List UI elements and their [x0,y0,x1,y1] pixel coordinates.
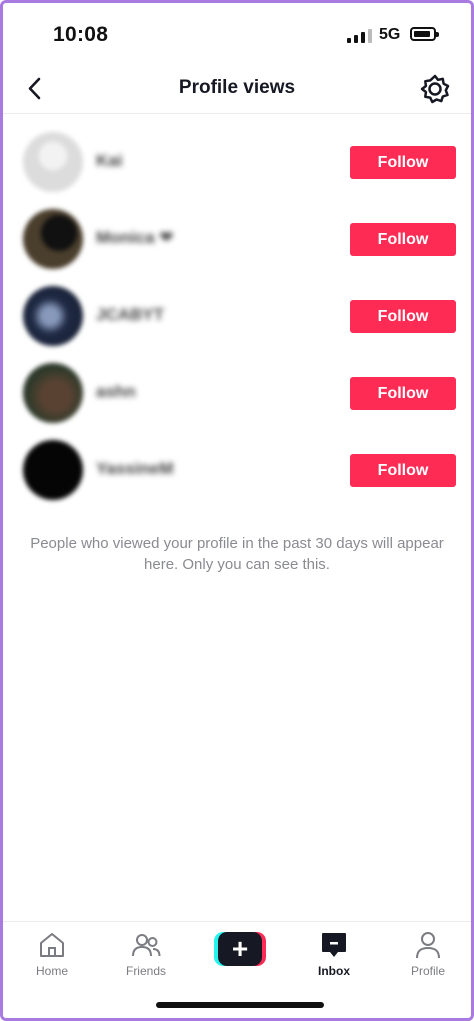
page-title: Profile views [178,77,296,98]
plus-icon: + [218,932,262,966]
tab-home-label: Home [35,964,68,978]
viewer-username[interactable]: ashn [96,382,136,402]
tab-friends[interactable]: Friends [106,930,186,978]
follow-button[interactable]: Follow [350,454,456,487]
settings-button[interactable] [419,73,451,105]
follow-button[interactable]: Follow [350,300,456,333]
status-bar: 10:08 5G [3,3,471,65]
viewer-row[interactable]: Monica ❤ Follow [3,200,471,277]
viewer-row[interactable]: Kai Follow [3,123,471,200]
profile-icon [416,932,440,959]
bottom-tab-bar: Home Friends + Inbox Profile [3,921,471,992]
viewer-row[interactable]: JCABYT Follow [3,277,471,354]
viewer-username[interactable]: Kai [96,151,122,171]
tab-inbox[interactable]: Inbox [294,930,374,978]
header: Profile views [3,65,471,114]
viewer-username[interactable]: JCABYT [96,305,164,325]
tab-profile[interactable]: Profile [388,930,468,978]
status-time: 10:08 [53,23,109,46]
viewer-row[interactable]: YassineM Follow [3,431,471,508]
viewer-username[interactable]: Monica ❤ [96,228,174,248]
cellular-signal-icon [347,29,372,43]
gear-icon [420,74,450,104]
network-type: 5G [379,26,401,43]
avatar[interactable] [23,286,83,346]
avatar[interactable] [23,440,83,500]
avatar[interactable] [23,209,83,269]
inbox-icon [322,933,346,957]
avatar[interactable] [23,132,83,192]
home-indicator [156,1002,324,1008]
avatar[interactable] [23,363,83,423]
home-icon [40,933,64,957]
follow-button[interactable]: Follow [350,223,456,256]
viewer-username[interactable]: YassineM [96,459,174,479]
friends-icon [132,934,161,957]
profile-viewers-list: Kai Follow Monica ❤ Follow JCABYT Follow… [3,123,471,508]
tab-friends-label: Friends [125,964,166,978]
tab-profile-label: Profile [410,964,445,978]
viewer-row[interactable]: ashn Follow [3,354,471,431]
battery-icon [410,27,439,41]
follow-button[interactable]: Follow [350,146,456,179]
privacy-note: People who viewed your profile in the pa… [30,535,444,573]
tab-home[interactable]: Home [12,930,92,978]
follow-button[interactable]: Follow [350,377,456,410]
create-button[interactable]: + [214,932,266,966]
phone-screen: 10:08 5G Profile views Kai Follow Monica… [0,0,474,1021]
tab-inbox-label: Inbox [318,964,350,978]
